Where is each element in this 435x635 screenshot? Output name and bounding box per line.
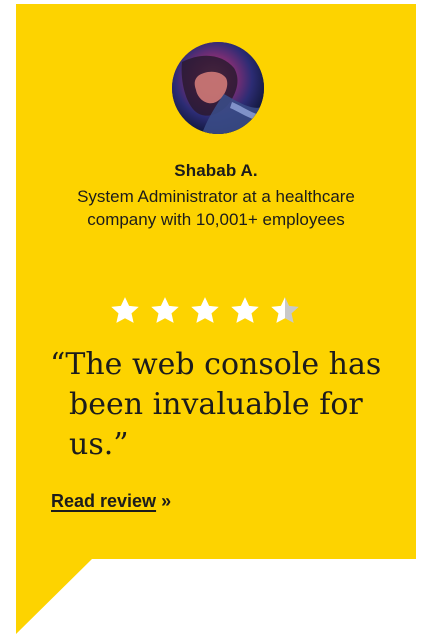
testimonial-card: Shabab A. System Administrator at a heal…: [16, 4, 416, 634]
star-icon: [151, 297, 179, 323]
reviewer-role: System Administrator at a healthcare com…: [77, 187, 355, 229]
star-icon: [111, 297, 139, 323]
star-icon: [191, 297, 219, 323]
read-review-arrow: »: [161, 491, 172, 511]
star-icon: [231, 297, 259, 323]
avatar: [172, 42, 264, 134]
read-review-link-row: Read review »: [51, 491, 171, 512]
rating-stars: [108, 294, 302, 328]
open-quote-mark: “: [50, 347, 66, 382]
reviewer-name: Shabab A.: [174, 161, 258, 180]
review-quote: “The web console has been invaluable for…: [50, 345, 416, 465]
close-quote-mark: ”: [113, 427, 129, 462]
half-star-icon: [271, 297, 299, 323]
avatar-photo: [172, 42, 264, 134]
read-review-link[interactable]: Read review: [51, 491, 156, 511]
